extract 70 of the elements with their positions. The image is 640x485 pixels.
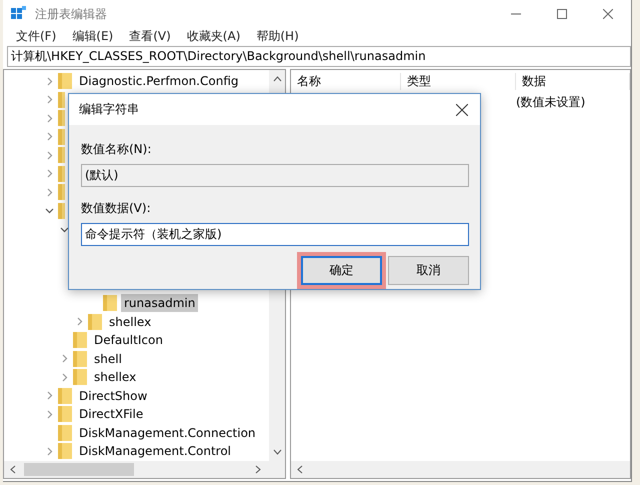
tree-item[interactable]: DiskManagement.Control: [76, 442, 234, 460]
table-cell-text: (数值未设置): [516, 94, 586, 110]
expand-chevron-icon[interactable]: [45, 169, 54, 178]
menu-item[interactable]: 查看(V): [122, 28, 178, 45]
value-data-field[interactable]: 命令提示符（装机之家版): [81, 223, 469, 246]
column-header[interactable]: 名称: [291, 72, 401, 90]
maximize-icon[interactable]: [557, 9, 567, 19]
folder-icon: [73, 369, 87, 386]
address-field[interactable]: 计算机\HKEY_CLASSES_ROOT\Directory\Background\shell\runasadmin: [8, 47, 630, 66]
folder-icon: [73, 350, 87, 367]
expand-chevron-icon[interactable]: [45, 114, 54, 123]
folder-icon: [58, 92, 65, 108]
folder-icon: [58, 406, 72, 422]
folder-icon: [58, 388, 72, 404]
close-icon[interactable]: [603, 9, 613, 19]
folder-icon: [58, 110, 65, 126]
folder-icon: [58, 424, 72, 441]
tree-item[interactable]: DiskManagement.Connection: [76, 424, 259, 442]
tree-item[interactable]: runasadmin: [121, 294, 198, 312]
scroll-right-icon[interactable]: [255, 464, 261, 474]
field-label: 数值名称(N):: [81, 141, 152, 158]
folder-icon: [58, 128, 65, 145]
tree-item[interactable]: DirectShow: [76, 386, 150, 405]
window-title: 注册表编辑器: [35, 6, 108, 22]
tree-item[interactable]: DefaultIcon: [91, 331, 166, 350]
scroll-left-icon[interactable]: [297, 464, 303, 474]
scroll-down-icon[interactable]: [272, 448, 282, 454]
expand-chevron-icon[interactable]: [45, 132, 54, 142]
folder-icon: [103, 295, 117, 312]
menu-item[interactable]: 帮助(H): [249, 28, 306, 45]
expand-chevron-icon[interactable]: [75, 317, 84, 326]
menu-item[interactable]: 收藏夹(A): [180, 28, 248, 45]
collapse-chevron-icon[interactable]: [60, 224, 69, 234]
expand-chevron-icon[interactable]: [60, 372, 69, 382]
tree-item[interactable]: shellex: [106, 312, 154, 331]
tree-item[interactable]: Diagnostic.Perfmon.Config: [76, 72, 242, 90]
value-name-field[interactable]: (默认): [81, 164, 469, 187]
folder-icon: [58, 166, 65, 182]
expand-chevron-icon[interactable]: [45, 410, 54, 419]
column-header[interactable]: 数据: [516, 72, 630, 90]
expand-chevron-icon[interactable]: [45, 188, 54, 197]
scrollbar-thumb[interactable]: [24, 462, 134, 476]
registry-app-icon: [11, 6, 27, 22]
expand-chevron-icon[interactable]: [60, 354, 69, 364]
tree-item[interactable]: shellex: [91, 368, 140, 386]
dialog-title: 编辑字符串: [79, 101, 140, 118]
expand-chevron-icon[interactable]: [45, 76, 54, 86]
scroll-left-icon[interactable]: [10, 464, 16, 474]
folder-icon: [58, 184, 65, 200]
expand-chevron-icon[interactable]: [45, 150, 54, 160]
expand-chevron-icon[interactable]: [45, 391, 54, 400]
folder-icon: [58, 202, 65, 219]
expand-chevron-icon[interactable]: [45, 446, 54, 456]
folder-icon: [58, 443, 72, 460]
minimize-icon[interactable]: [511, 13, 521, 15]
folder-icon: [58, 73, 72, 90]
column-header[interactable]: 类型: [401, 72, 516, 90]
cancel-button[interactable]: 取消: [388, 256, 469, 285]
tree-item[interactable]: DirectXFile: [76, 405, 146, 424]
close-icon[interactable]: [456, 104, 468, 116]
folder-icon: [73, 332, 87, 348]
collapse-chevron-icon[interactable]: [45, 206, 54, 216]
menu-item[interactable]: 文件(F): [9, 28, 64, 45]
scroll-up-icon[interactable]: [272, 76, 282, 82]
expand-chevron-icon[interactable]: [45, 95, 54, 104]
tree-item[interactable]: shell: [91, 350, 125, 368]
field-label: 数值数据(V):: [81, 200, 152, 217]
folder-icon: [88, 314, 102, 330]
folder-icon: [58, 147, 65, 164]
menu-item[interactable]: 编辑(E): [65, 28, 120, 45]
